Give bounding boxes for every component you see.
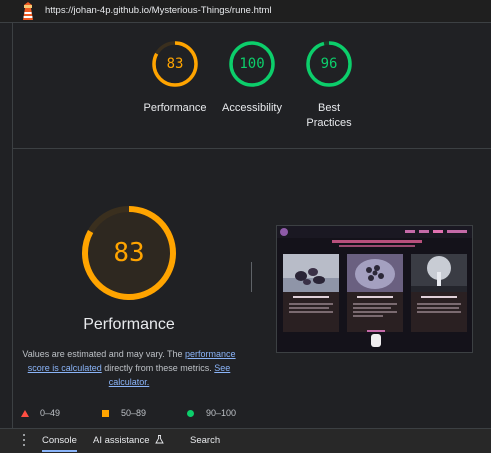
triangle-icon — [21, 409, 29, 417]
flask-icon — [155, 435, 164, 444]
circle-icon — [187, 409, 194, 417]
accessibility-label[interactable]: Accessibility — [210, 101, 294, 116]
thumb-card — [411, 292, 467, 332]
legend-pass-range: 90–100 — [206, 408, 237, 418]
best-practices-label[interactable]: Best Practices — [287, 101, 371, 131]
thumb-card — [347, 292, 403, 332]
legend-pass: 90–100 — [187, 408, 236, 418]
page-url[interactable]: https://johan-4p.github.io/Mysterious-Th… — [45, 5, 272, 16]
performance-gauge-large: 83 — [80, 204, 178, 302]
thumb-rune-stone — [371, 334, 381, 347]
thumb-nav-item — [405, 230, 415, 233]
more-options-icon[interactable] — [22, 434, 26, 448]
thumb-rune-label — [367, 330, 385, 332]
page-screenshot-thumbnail[interactable] — [276, 225, 473, 353]
accessibility-score: 100 — [239, 56, 265, 72]
thumb-nav-item — [419, 230, 429, 233]
devtools-drawer: Console AI assistance Search — [0, 428, 491, 453]
thumb-logo — [280, 228, 288, 236]
best-practices-label-line2: Practices — [306, 117, 352, 129]
thumb-subheading — [339, 245, 415, 247]
performance-description: Values are estimated and may vary. The p… — [18, 347, 240, 389]
performance-score-large: 83 — [113, 238, 145, 268]
report-frame-border — [12, 23, 13, 428]
performance-gauge-small[interactable]: 83 — [151, 40, 199, 88]
tab-search[interactable]: Search — [190, 435, 220, 446]
legend-fail-range: 0–49 — [40, 408, 61, 418]
vertical-separator — [251, 262, 252, 292]
desc-text-1: Values are estimated and may vary. The — [22, 349, 183, 359]
thumb-image-tree — [411, 254, 467, 292]
tab-ai-assistance[interactable]: AI assistance — [93, 435, 164, 446]
lighthouse-logo-icon — [23, 2, 33, 20]
best-practices-gauge[interactable]: 96 — [305, 40, 353, 88]
desc-text-2: directly from these metrics. — [101, 363, 215, 373]
tab-ai-assistance-label: AI assistance — [93, 435, 150, 446]
best-practices-label-line1: Best — [317, 102, 340, 114]
performance-label[interactable]: Performance — [133, 101, 217, 116]
thumb-navbar — [277, 226, 472, 238]
url-bar: https://johan-4p.github.io/Mysterious-Th… — [0, 0, 491, 23]
thumb-image-rune-bowl — [347, 254, 403, 292]
section-divider — [13, 148, 491, 149]
thumb-nav-item — [433, 230, 443, 233]
accessibility-gauge[interactable]: 100 — [228, 40, 276, 88]
legend-fail: 0–49 — [21, 408, 60, 418]
legend-average-range: 50–89 — [121, 408, 147, 418]
best-practices-score: 96 — [320, 56, 338, 72]
thumb-heading — [332, 240, 422, 243]
tab-console[interactable]: Console — [42, 435, 77, 452]
legend-average: 50–89 — [102, 408, 146, 418]
square-icon — [102, 409, 109, 417]
thumb-card — [283, 292, 339, 332]
performance-title: Performance — [83, 316, 175, 333]
thumb-image-rune-stones — [283, 254, 339, 292]
performance-score: 83 — [166, 56, 184, 72]
thumb-nav-item — [447, 230, 467, 233]
